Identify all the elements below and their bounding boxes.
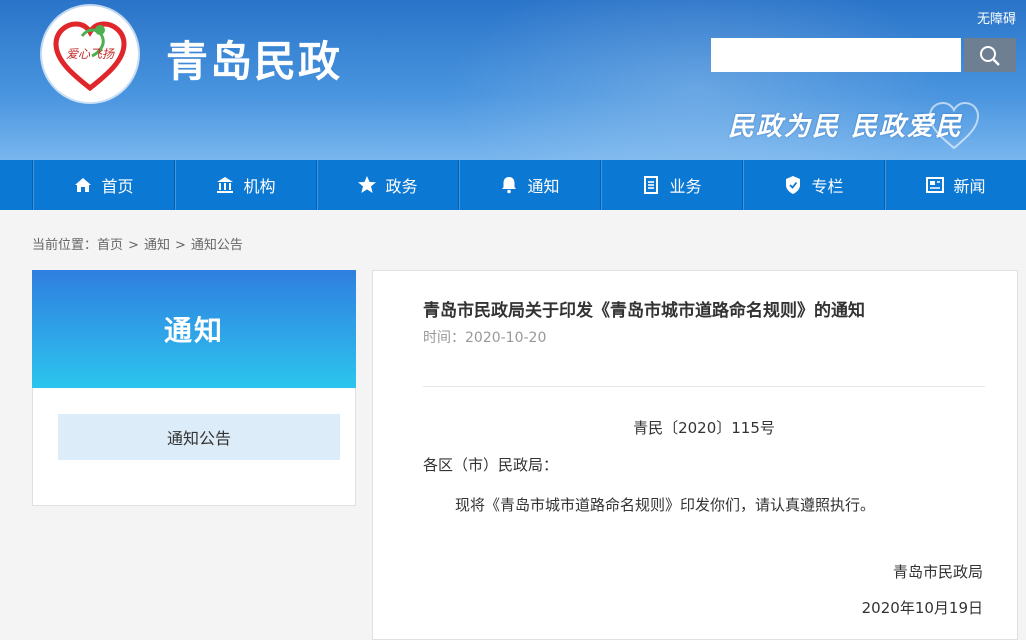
nav-item-home[interactable]: 首页	[33, 160, 175, 210]
sidebar-header: 通知	[32, 270, 356, 388]
accessibility-link[interactable]: 无障碍	[977, 8, 1016, 27]
breadcrumb-notice[interactable]: 通知	[144, 238, 170, 253]
heart-outline-icon	[928, 101, 980, 150]
main-nav: 首页 机构 政务 通知 业务 专栏 新闻	[0, 160, 1026, 210]
document-number: 青民〔2020〕115号	[633, 419, 775, 437]
article-body: 现将《青岛市城市道路命名规则》印发你们，请认真遵照执行。	[455, 496, 876, 514]
heart-logo-icon: 爱心飞扬	[53, 21, 127, 92]
building-icon	[217, 177, 234, 193]
site-header: 爱心飞扬 青岛民政 无障碍 民政为民 民政爱民	[0, 0, 1026, 160]
sidebar-item-announcement[interactable]: 通知公告	[58, 414, 340, 460]
star-icon	[358, 176, 377, 193]
article-time: 时间：2020-10-20	[423, 330, 547, 346]
nav-label: 首页	[101, 177, 134, 196]
search-button[interactable]	[964, 38, 1016, 72]
nav-label: 政务	[385, 177, 418, 196]
nav-label: 机构	[243, 177, 276, 196]
nav-label: 新闻	[953, 177, 986, 196]
article-title: 青岛市民政局关于印发《青岛市城市道路命名规则》的通知	[423, 301, 865, 321]
breadcrumb-announcement[interactable]: 通知公告	[191, 238, 243, 253]
nav-label: 专栏	[811, 177, 844, 196]
document-icon	[644, 176, 659, 194]
signature: 青岛市民政局	[892, 563, 983, 581]
shield-icon	[786, 176, 801, 194]
nav-label: 通知	[527, 177, 560, 196]
sidebar: 通知 通知公告	[32, 270, 356, 506]
site-logo[interactable]: 爱心飞扬	[42, 6, 138, 102]
search-icon	[980, 46, 1000, 66]
search-input[interactable]	[711, 38, 961, 72]
nav-label: 业务	[669, 177, 702, 196]
salutation: 各区（市）民政局：	[423, 456, 559, 474]
sign-date: 2020年10月19日	[861, 599, 983, 617]
article-panel: 青岛市民政局关于印发《青岛市城市道路命名规则》的通知 时间：2020-10-20…	[372, 270, 1018, 640]
nav-item-column[interactable]: 专栏	[743, 160, 885, 210]
site-title: 青岛民政	[166, 37, 343, 86]
news-icon	[926, 177, 945, 193]
nav-item-notice[interactable]: 通知	[459, 160, 601, 210]
breadcrumb-separator: >	[128, 238, 139, 253]
home-icon	[75, 178, 92, 192]
nav-item-business[interactable]: 业务	[601, 160, 743, 210]
breadcrumb-home[interactable]: 首页	[97, 238, 123, 253]
nav-item-affairs[interactable]: 政务	[317, 160, 459, 210]
nav-item-org[interactable]: 机构	[175, 160, 317, 210]
sidebar-title: 通知	[163, 314, 224, 347]
breadcrumb-prefix: 当前位置：	[32, 238, 98, 253]
breadcrumb-separator: >	[174, 238, 186, 253]
article-divider	[423, 386, 985, 387]
breadcrumb: 当前位置：首页 > 通知 > 通知公告	[32, 234, 243, 253]
svg-text:爱心飞扬: 爱心飞扬	[66, 47, 115, 61]
bell-icon	[502, 177, 517, 194]
nav-item-news[interactable]: 新闻	[885, 160, 1026, 210]
